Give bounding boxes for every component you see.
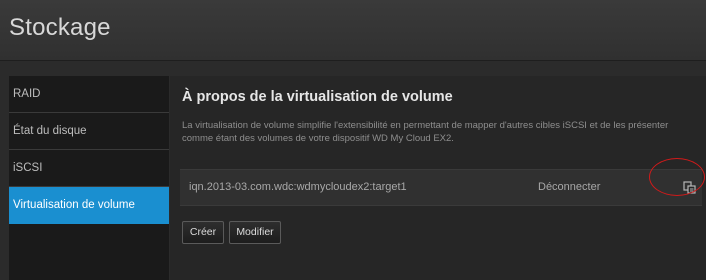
details-icon[interactable]	[683, 181, 697, 195]
modify-button[interactable]: Modifier	[229, 221, 281, 244]
details-icon-graphic	[683, 181, 696, 194]
sidebar: RAID État du disque iSCSI Virtualisation…	[9, 76, 169, 280]
page-title: Stockage	[9, 14, 111, 41]
section-title: À propos de la virtualisation de volume	[182, 89, 453, 105]
disconnect-link[interactable]: Déconnecter	[538, 181, 600, 193]
sidebar-item-iscsi[interactable]: iSCSI	[9, 150, 169, 187]
target-row: iqn.2013-03.com.wdc:wdmycloudex2:target1…	[180, 169, 702, 206]
section-description: La virtualisation de volume simplifie l'…	[182, 120, 669, 144]
top-bar: Stockage	[0, 0, 706, 61]
storage-page: Stockage RAID État du disque iSCSI Virtu…	[0, 0, 706, 280]
target-name: iqn.2013-03.com.wdc:wdmycloudex2:target1	[189, 181, 407, 193]
create-button[interactable]: Créer	[182, 221, 224, 244]
sidebar-item-volume-virtualization[interactable]: Virtualisation de volume	[9, 187, 169, 224]
sidebar-item-disk-status[interactable]: État du disque	[9, 113, 169, 150]
sidebar-item-raid[interactable]: RAID	[9, 76, 169, 113]
main-content: À propos de la virtualisation de volume …	[170, 76, 706, 280]
